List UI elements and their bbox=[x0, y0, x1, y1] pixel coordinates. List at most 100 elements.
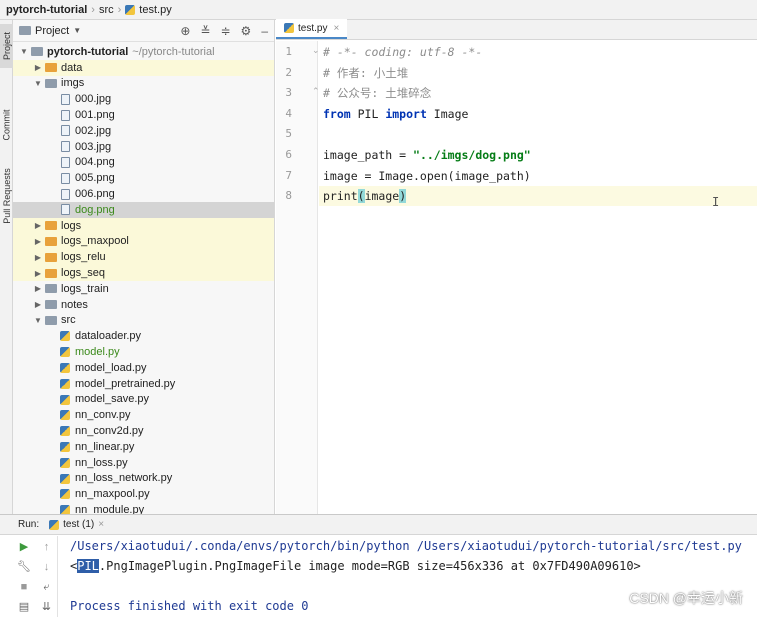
code-line[interactable]: # 公众号: 土堆碎念 bbox=[319, 83, 757, 103]
code-line[interactable] bbox=[319, 124, 757, 144]
tree-folder-item[interactable]: ▶ notes bbox=[13, 297, 274, 313]
tree-icon-wrap bbox=[57, 172, 73, 184]
tree-folder-item[interactable]: ▶ logs_maxpool bbox=[13, 233, 274, 250]
wrench-icon[interactable]: 🔧︎ bbox=[17, 560, 31, 574]
tree-item-label: nn_loss_network.py bbox=[75, 472, 173, 485]
tree-icon-wrap bbox=[57, 441, 73, 453]
arrow-down-icon[interactable]: ↓ bbox=[44, 560, 50, 574]
close-icon[interactable]: × bbox=[333, 23, 339, 34]
tool-tab-pull-requests[interactable]: Pull Requests bbox=[0, 160, 13, 232]
tree-icon-wrap bbox=[57, 457, 73, 469]
tree-file-item[interactable]: nn_module.py bbox=[13, 502, 274, 514]
tree-folder-item[interactable]: ▶ logs bbox=[13, 217, 274, 234]
code-line[interactable]: print(image) bbox=[319, 186, 757, 207]
tree-folder-item[interactable]: ▶ data bbox=[13, 59, 274, 76]
tree-file-item[interactable]: model_load.py bbox=[13, 360, 274, 376]
breadcrumb-project[interactable]: pytorch-tutorial bbox=[6, 4, 87, 16]
tree-item-label: 006.png bbox=[75, 188, 115, 201]
line-number: 4 bbox=[285, 106, 292, 120]
arrow-up-icon[interactable]: ↑ bbox=[44, 540, 50, 554]
code-line[interactable]: from PIL import Image bbox=[319, 104, 757, 124]
tree-file-item[interactable]: nn_loss.py bbox=[13, 455, 274, 471]
tree-file-item[interactable]: dog.png bbox=[13, 202, 274, 218]
tree-item-label: logs_maxpool bbox=[61, 235, 129, 248]
tree-file-item[interactable]: 004.png bbox=[13, 155, 274, 171]
code-line[interactable]: # 作者: 小土堆 bbox=[319, 63, 757, 83]
tree-file-item[interactable]: 000.jpg bbox=[13, 91, 274, 107]
layout-icon[interactable]: ▤ bbox=[19, 600, 29, 614]
line-number: 8 bbox=[285, 189, 292, 203]
tree-item-label: nn_maxpool.py bbox=[75, 488, 150, 501]
image-file-icon bbox=[60, 109, 70, 121]
run-tab[interactable]: test (1) × bbox=[49, 519, 104, 530]
tree-file-item[interactable]: model_pretrained.py bbox=[13, 376, 274, 392]
tree-folder-item[interactable]: ▼ pytorch-tutorial ~/pytorch-tutorial bbox=[13, 44, 274, 60]
tree-icon-wrap bbox=[43, 251, 59, 263]
tree-folder-item[interactable]: ▶ logs_seq bbox=[13, 265, 274, 281]
chevron-down-icon[interactable]: ▼ bbox=[33, 79, 43, 88]
tree-file-item[interactable]: model.py bbox=[13, 344, 274, 360]
tree-file-item[interactable]: 001.png bbox=[13, 107, 274, 123]
console-output-line: <PIL.PngImagePlugin.PngImageFile image m… bbox=[70, 559, 641, 577]
folder-icon bbox=[45, 79, 57, 89]
tree-item-label: logs_relu bbox=[61, 251, 106, 264]
code-text: image_path = bbox=[323, 148, 414, 162]
code-line[interactable]: image = Image.open(image_path) bbox=[319, 166, 757, 186]
stop-icon[interactable]: ■ bbox=[21, 580, 28, 594]
tree-item-label: nn_conv.py bbox=[75, 409, 131, 422]
breadcrumb-file[interactable]: test.py bbox=[139, 4, 171, 16]
project-panel-header: Project ▼ ⊕ ≚ ≑ ⚙ – bbox=[13, 20, 274, 42]
tree-item-label: notes bbox=[61, 298, 88, 311]
editor-tab-test-py[interactable]: test.py × bbox=[276, 19, 348, 39]
tree-icon-wrap bbox=[57, 472, 73, 484]
breadcrumb-folder[interactable]: src bbox=[99, 4, 114, 16]
tree-folder-item[interactable]: ▼ imgs bbox=[13, 76, 274, 92]
tool-tab-commit[interactable]: Commit bbox=[0, 104, 13, 146]
tree-item-label: 004.png bbox=[75, 156, 115, 169]
image-file-icon bbox=[60, 188, 70, 200]
project-panel-title[interactable]: Project bbox=[35, 25, 69, 37]
code-line[interactable]: # -*- coding: utf-8 -*- bbox=[319, 42, 757, 62]
expand-all-icon[interactable]: ≑ bbox=[220, 24, 230, 38]
run-toolbar-secondary: ↑ ↓ ⤶ ⇊ bbox=[36, 536, 58, 617]
tree-file-item[interactable]: 006.png bbox=[13, 186, 274, 202]
code-line[interactable]: image_path = "../imgs/dog.png" bbox=[319, 145, 757, 165]
run-icon[interactable]: ▶ bbox=[20, 540, 28, 554]
gear-icon[interactable]: ⚙ bbox=[241, 24, 252, 38]
scroll-to-end-icon[interactable]: ⇊ bbox=[42, 600, 51, 614]
tree-file-item[interactable]: dataloader.py bbox=[13, 328, 274, 344]
tree-item-label: 000.jpg bbox=[75, 93, 112, 106]
tree-file-item[interactable]: nn_conv.py bbox=[13, 407, 274, 423]
tool-tab-project[interactable]: Project bbox=[0, 24, 13, 68]
chevron-down-icon[interactable]: ▼ bbox=[33, 316, 43, 325]
close-icon[interactable]: × bbox=[98, 519, 104, 530]
tree-file-item[interactable]: 005.png bbox=[13, 170, 274, 186]
tree-file-item[interactable]: nn_loss_network.py bbox=[13, 471, 274, 487]
chevron-right-icon[interactable]: ▶ bbox=[33, 63, 43, 72]
tree-file-item[interactable]: nn_conv2d.py bbox=[13, 423, 274, 439]
chevron-right-icon[interactable]: ▶ bbox=[33, 221, 43, 230]
chevron-right-icon[interactable]: ▶ bbox=[33, 284, 43, 293]
image-file-icon bbox=[60, 157, 70, 169]
tree-file-item[interactable]: 002.jpg bbox=[13, 123, 274, 139]
chevron-down-icon[interactable]: ▼ bbox=[19, 47, 29, 56]
soft-wrap-icon[interactable]: ⤶ bbox=[43, 580, 49, 594]
minimize-icon[interactable]: – bbox=[261, 24, 268, 38]
tree-folder-item[interactable]: ▼ src bbox=[13, 313, 274, 329]
chevron-right-icon[interactable]: ▶ bbox=[33, 237, 43, 246]
collapse-all-icon[interactable]: ≚ bbox=[200, 24, 210, 38]
chevron-right-icon[interactable]: ▶ bbox=[33, 300, 43, 309]
project-panel-toolbar: ⊕ ≚ ≑ ⚙ – bbox=[180, 24, 268, 38]
tree-file-item[interactable]: 003.jpg bbox=[13, 139, 274, 155]
chevron-down-icon[interactable]: ▼ bbox=[73, 26, 81, 35]
tree-file-item[interactable]: nn_linear.py bbox=[13, 439, 274, 455]
tree-item-label: nn_module.py bbox=[75, 504, 145, 514]
target-icon[interactable]: ⊕ bbox=[180, 24, 190, 38]
tree-folder-item[interactable]: ▶ logs_relu bbox=[13, 249, 274, 266]
tree-file-item[interactable]: model_save.py bbox=[13, 392, 274, 408]
tree-file-item[interactable]: nn_maxpool.py bbox=[13, 486, 274, 502]
code-text: PIL bbox=[350, 106, 386, 121]
tree-folder-item[interactable]: ▶ logs_train bbox=[13, 281, 274, 297]
chevron-right-icon[interactable]: ▶ bbox=[33, 269, 43, 278]
chevron-right-icon[interactable]: ▶ bbox=[33, 253, 43, 262]
